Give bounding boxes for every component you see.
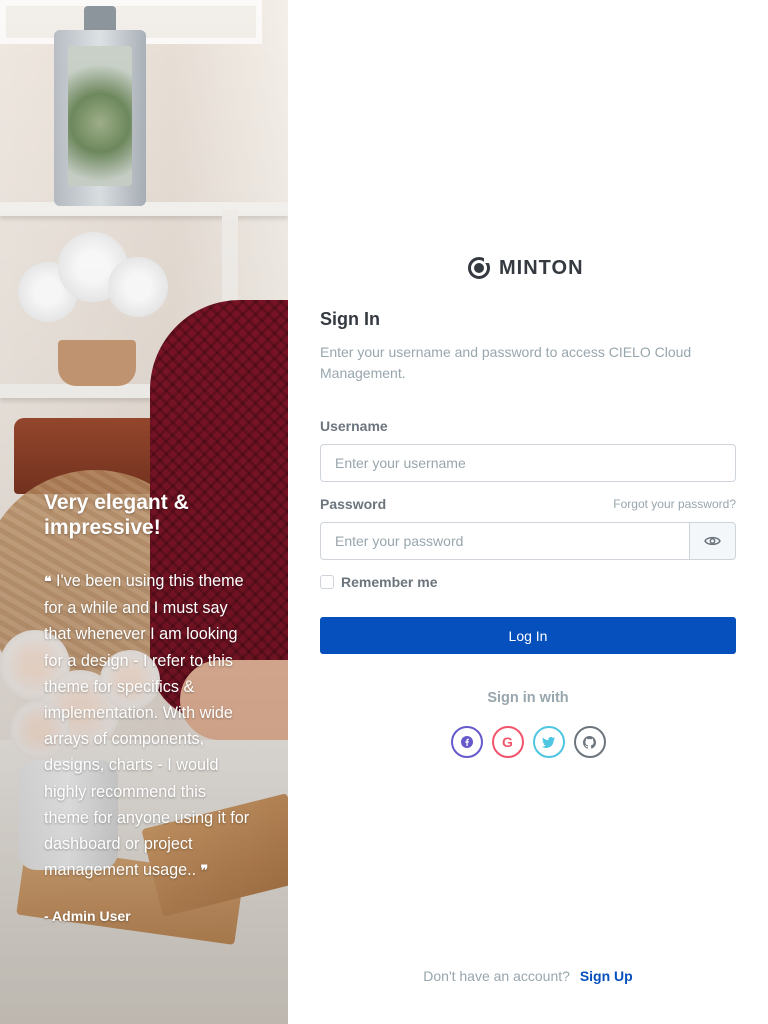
auth-panel: MINTON Sign In Enter your username and p… [288,0,768,1024]
eye-icon [704,536,721,546]
facebook-icon [460,736,473,748]
social-buttons: G [320,726,736,758]
logo-ring-icon [468,257,490,279]
username-input[interactable] [320,444,736,482]
testimonial-author: - Admin User [44,908,131,925]
signup-footer: Don't have an account? Sign Up [288,968,768,984]
username-label: Username [320,418,388,434]
twitter-button[interactable] [532,726,565,758]
testimonial-body: I've been using this theme for a while a… [44,572,250,880]
page-title: Sign In [320,309,380,329]
remember-me[interactable]: Remember me [320,574,736,590]
close-quote-icon: ❞ [200,863,209,880]
signup-prompt: Don't have an account? [423,968,570,984]
forgot-password-link[interactable]: Forgot your password? [613,497,736,511]
signup-link[interactable]: Sign Up [580,968,633,984]
github-button[interactable] [573,726,606,758]
twitter-icon [542,736,555,748]
hero-image-panel: Very elegant & impressive! ❝ I've been u… [0,0,288,1024]
testimonial-heading: Very elegant & impressive! [44,491,189,539]
testimonial-text: ❝ I've been using this theme for a while… [44,568,254,884]
show-password-button[interactable] [690,522,736,560]
page-subtitle: Enter your username and password to acce… [320,344,692,381]
brand-name: MINTON [499,256,584,279]
remember-label: Remember me [341,574,438,590]
brand-logo[interactable]: MINTON [468,255,584,281]
testimonial: Very elegant & impressive! ❝ I've been u… [44,490,254,924]
remember-checkbox[interactable] [320,575,334,589]
social-heading: Sign in with [487,690,569,706]
open-quote-icon: ❝ [44,574,52,590]
facebook-button[interactable] [450,726,483,758]
password-label-row: Password Forgot your password? [320,496,736,512]
password-group [320,522,736,560]
google-button[interactable]: G [491,726,524,758]
password-input[interactable] [320,522,690,560]
github-icon [583,735,596,749]
login-button[interactable]: Log In [320,617,736,654]
login-form: Sign In Enter your username and password… [320,309,736,758]
password-label: Password [320,496,387,512]
google-icon: G [502,734,513,750]
